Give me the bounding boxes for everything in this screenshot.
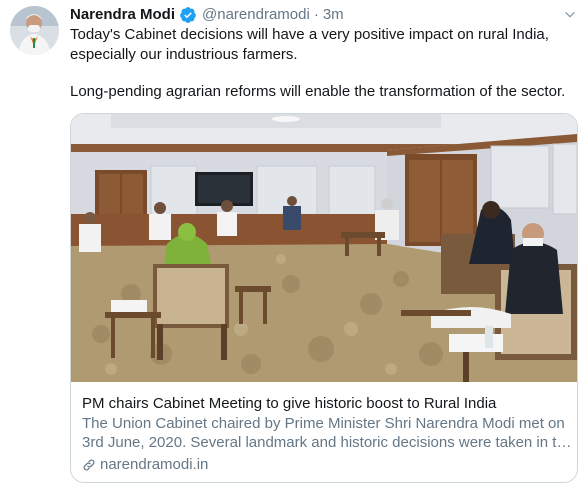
- tweet[interactable]: Narendra Modi @narendramodi · 3m Today's…: [0, 0, 585, 488]
- link-icon: [82, 458, 96, 472]
- card-description-line: 3rd June, 2020. Several landmark and his…: [82, 434, 572, 451]
- card-text: PM chairs Cabinet Meeting to give histor…: [82, 394, 572, 474]
- card-description: The Union Cabinet chaired by Prime Minis…: [82, 414, 572, 452]
- card-domain[interactable]: narendramodi.in: [82, 455, 572, 474]
- tweet-header: Narendra Modi @narendramodi · 3m: [70, 5, 344, 25]
- avatar[interactable]: [10, 6, 59, 55]
- tweet-timestamp[interactable]: 3m: [323, 5, 344, 25]
- card-title[interactable]: PM chairs Cabinet Meeting to give histor…: [82, 394, 572, 413]
- tweet-text-line: Today's Cabinet decisions will have a ve…: [70, 26, 549, 43]
- author-handle[interactable]: @narendramodi: [202, 5, 310, 25]
- card-image[interactable]: [71, 114, 577, 382]
- card-domain-text: narendramodi.in: [100, 456, 209, 473]
- author-name[interactable]: Narendra Modi: [70, 5, 175, 25]
- link-preview-card[interactable]: PM chairs Cabinet Meeting to give histor…: [70, 113, 578, 483]
- card-description-line: The Union Cabinet chaired by Prime Minis…: [82, 415, 565, 432]
- verified-badge-icon: [179, 6, 197, 24]
- header-separator: ·: [313, 6, 319, 23]
- chevron-down-icon[interactable]: [561, 6, 579, 24]
- tweet-text-line: Long-pending agrarian reforms will enabl…: [70, 83, 566, 100]
- tweet-text-line: especially our industrious farmers.: [70, 46, 298, 63]
